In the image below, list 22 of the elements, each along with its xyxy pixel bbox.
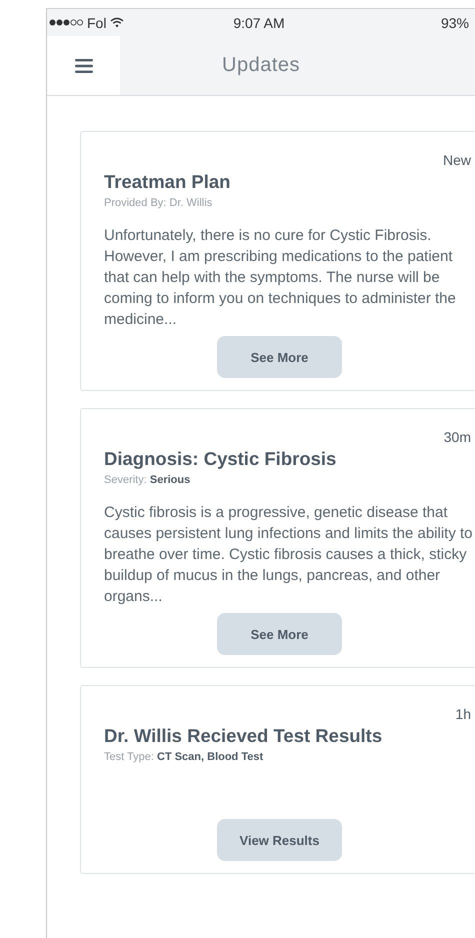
update-title: Diagnosis: Cystic Fibrosis bbox=[104, 448, 338, 470]
wifi-icon bbox=[110, 17, 124, 28]
update-title: Treatman Plan bbox=[104, 171, 232, 193]
update-time: 30m bbox=[442, 429, 471, 445]
clock-time: 9:07 AM bbox=[233, 14, 285, 30]
update-text: Unfortunately, there is no cure for Cystic Fibrosis. However, I am prescribing medications to the patient that can help with the symptoms. The nurse will be coming to inform you on techniques to administer the medicine... bbox=[104, 226, 457, 330]
battery-percent: 93% bbox=[440, 14, 469, 30]
carrier-name: Fol bbox=[87, 14, 106, 30]
menu-button[interactable] bbox=[47, 36, 120, 95]
update-subtitle: Test Type: CT Scan, Blood Test bbox=[104, 751, 264, 763]
update-time: 1h bbox=[454, 706, 471, 722]
update-subtitle: Provided By: Dr. Willis bbox=[104, 197, 214, 209]
menu-icon bbox=[74, 58, 92, 72]
action-button[interactable]: See More bbox=[217, 613, 342, 655]
page-title: Updates bbox=[221, 54, 301, 77]
update-title: Dr. Willis Recieved Test Results bbox=[104, 725, 384, 747]
update-text: Cystic fibrosis is a progressive, genetic disease that causes persistent lung infections and limits the ability to breathe over time. Cystic fibrosis causes a thick, sticky buildup of mucus in the lungs, pancreas, and other organs... bbox=[104, 503, 474, 607]
signal-icon bbox=[49, 19, 83, 26]
update-time: New bbox=[442, 152, 471, 168]
action-button[interactable]: View Results bbox=[217, 819, 342, 861]
action-button[interactable]: See More bbox=[217, 336, 342, 378]
update-subtitle: Severity: Serious bbox=[104, 474, 192, 486]
